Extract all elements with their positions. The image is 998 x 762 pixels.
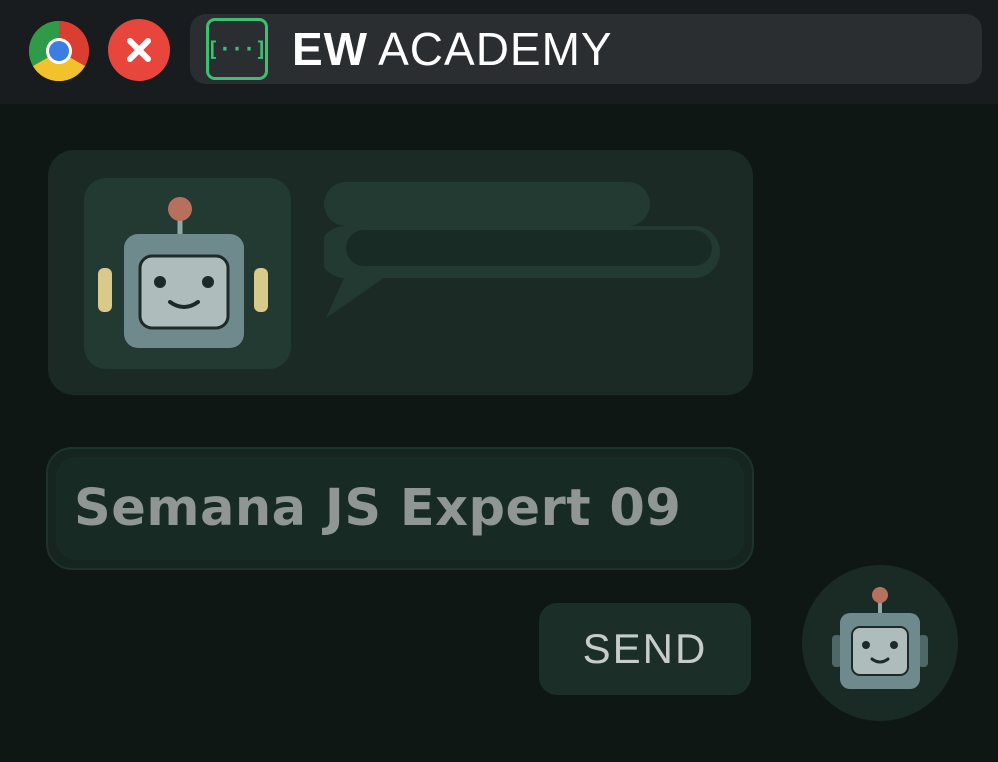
title-bar: [···] EW ACADEMY bbox=[0, 0, 998, 104]
robot-icon bbox=[98, 197, 268, 348]
close-button[interactable] bbox=[108, 19, 170, 81]
code-brackets-icon: [···] bbox=[206, 18, 268, 80]
assistant-button[interactable] bbox=[802, 565, 958, 721]
prompt-input[interactable]: Semana JS Expert 09 bbox=[46, 447, 754, 570]
site-title: EW ACADEMY bbox=[292, 22, 613, 76]
app-window: [···] EW ACADEMY Semana JS Expert 09 SEN… bbox=[0, 0, 998, 762]
address-bar[interactable]: [···] EW ACADEMY bbox=[190, 14, 982, 84]
brand-ew: EW bbox=[292, 23, 369, 75]
send-button[interactable]: SEND bbox=[539, 603, 751, 695]
close-icon bbox=[127, 38, 151, 62]
speech-bubble-icon bbox=[324, 182, 720, 318]
chat-card bbox=[48, 150, 753, 395]
prompt-text[interactable]: Semana JS Expert 09 bbox=[74, 457, 681, 560]
robot-icon bbox=[832, 587, 928, 689]
brand-academy: ACADEMY bbox=[378, 23, 613, 75]
chrome-icon bbox=[28, 20, 90, 82]
prompt-input-field[interactable]: Semana JS Expert 09 bbox=[56, 457, 744, 560]
bot-avatar bbox=[84, 178, 291, 369]
